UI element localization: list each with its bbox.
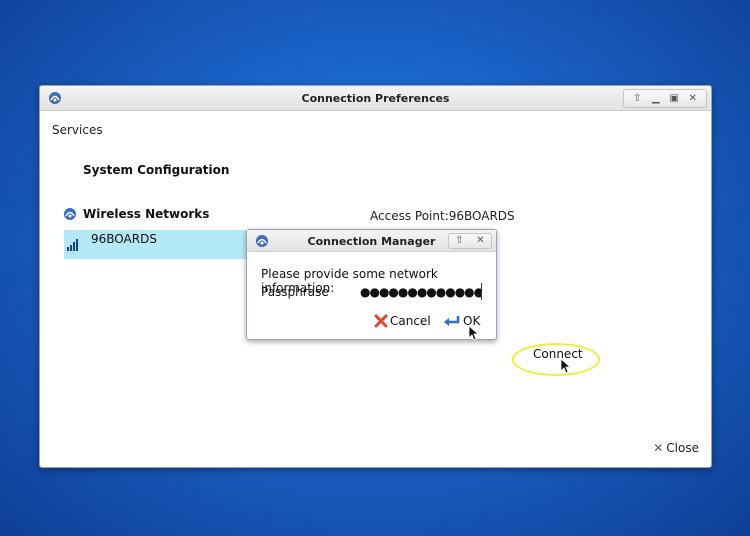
shade-icon[interactable]: ⇧ bbox=[630, 92, 644, 106]
connect-button[interactable]: Connect bbox=[533, 347, 583, 361]
close-window-icon[interactable]: ✕ bbox=[686, 92, 700, 106]
cancel-icon bbox=[374, 314, 388, 328]
cancel-label: Cancel bbox=[390, 314, 431, 328]
passphrase-input[interactable] bbox=[360, 283, 482, 300]
wireless-networks-icon bbox=[64, 208, 76, 220]
access-point-label: Access Point:96BOARDS bbox=[370, 209, 515, 223]
close-window-icon[interactable]: ✕ bbox=[474, 234, 488, 248]
passphrase-label: Passphrase bbox=[261, 285, 329, 299]
maximize-icon[interactable]: ▣ bbox=[667, 92, 681, 106]
window-titlebar[interactable]: Connection Preferences ⇧ ▁ ▣ ✕ bbox=[40, 86, 711, 111]
mouse-pointer-icon bbox=[468, 325, 478, 341]
minimize-icon[interactable]: ▁ bbox=[649, 92, 663, 106]
window-controls: ⇧ ▁ ▣ ✕ bbox=[623, 89, 707, 108]
close-icon: ✕ bbox=[653, 441, 664, 455]
close-button[interactable]: ✕ Close bbox=[653, 441, 699, 455]
connection-manager-dialog: Connection Manager ⇧ ✕ Please provide so… bbox=[246, 229, 497, 341]
mouse-pointer-icon bbox=[560, 358, 570, 374]
wireless-networks-label: Wireless Networks bbox=[83, 207, 210, 221]
ok-return-icon bbox=[444, 316, 460, 326]
dialog-titlebar[interactable]: Connection Manager ⇧ ✕ bbox=[247, 230, 496, 252]
close-label: Close bbox=[666, 441, 699, 455]
cancel-button[interactable]: Cancel bbox=[374, 314, 431, 328]
section-title: System Configuration bbox=[83, 163, 230, 177]
network-name: 96BOARDS bbox=[91, 232, 157, 246]
network-list-item[interactable]: 96BOARDS bbox=[64, 230, 250, 259]
signal-strength-icon bbox=[67, 239, 78, 251]
dialog-controls: ⇧ ✕ bbox=[448, 233, 492, 249]
services-menu[interactable]: Services bbox=[52, 123, 103, 137]
window-title: Connection Preferences bbox=[301, 92, 450, 105]
shade-icon[interactable]: ⇧ bbox=[453, 234, 467, 248]
